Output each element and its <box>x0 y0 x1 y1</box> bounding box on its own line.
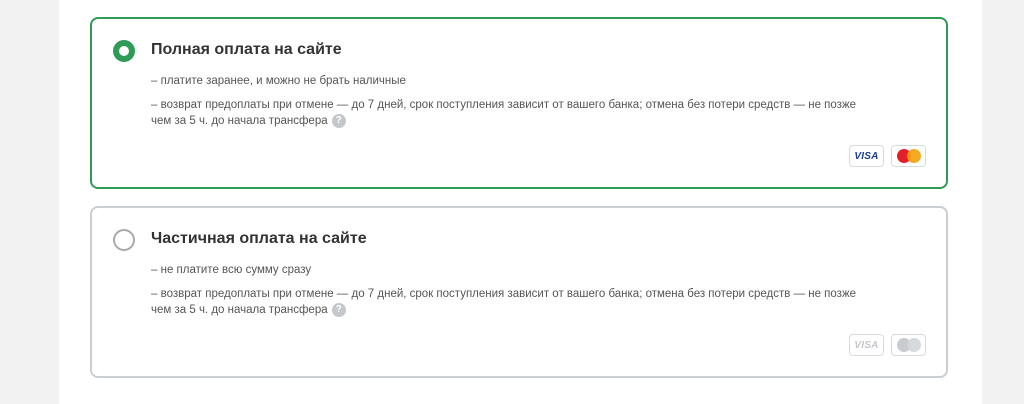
card-logos: VISA <box>849 145 926 167</box>
radio-full-selected[interactable] <box>113 40 135 62</box>
help-icon[interactable]: ? <box>331 113 346 128</box>
option-line-1: – платите заранее, и можно не брать нали… <box>151 75 406 87</box>
payment-option-full[interactable]: Полная оплата на сайте – платите заранее… <box>90 17 948 189</box>
radio-partial[interactable] <box>113 229 135 251</box>
option-line-1: – не платите всю сумму сразу <box>151 264 312 276</box>
mastercard-icon <box>891 145 926 167</box>
visa-icon: VISA <box>849 334 884 356</box>
help-icon[interactable]: ? <box>331 302 346 317</box>
payment-panel: Полная оплата на сайте – платите заранее… <box>59 0 982 404</box>
option-line-2: – возврат предоплаты при отмене — до 7 д… <box>151 286 871 318</box>
visa-label: VISA <box>854 339 879 351</box>
option-line-2: – возврат предоплаты при отмене — до 7 д… <box>151 97 871 129</box>
option-title: Частичная оплата на сайте <box>151 230 367 247</box>
card-logos: VISA <box>849 334 926 356</box>
mastercard-icon <box>891 334 926 356</box>
option-title: Полная оплата на сайте <box>151 41 342 58</box>
visa-label: VISA <box>854 150 879 162</box>
option-line-2-text: – возврат предоплаты при отмене — до 7 д… <box>151 99 857 127</box>
visa-icon: VISA <box>849 145 884 167</box>
payment-option-partial[interactable]: Частичная оплата на сайте – не платите в… <box>90 206 948 378</box>
option-line-2-text: – возврат предоплаты при отмене — до 7 д… <box>151 288 857 316</box>
